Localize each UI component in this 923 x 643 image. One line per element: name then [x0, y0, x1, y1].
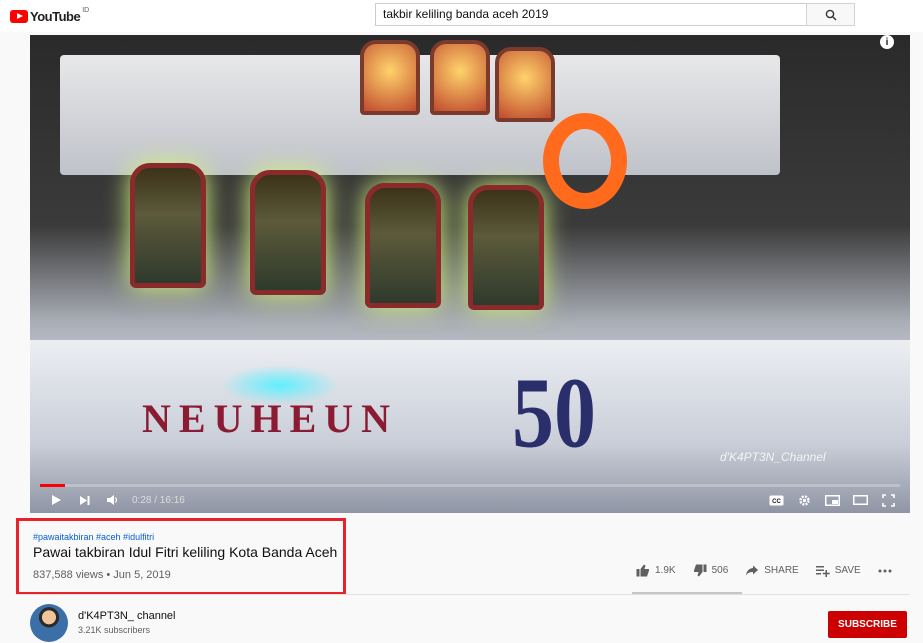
volume-icon: [106, 495, 117, 505]
upper-window: [360, 40, 420, 115]
lower-window: [250, 170, 326, 295]
hull-name-text: NEUHEUN: [142, 396, 399, 441]
miniplayer-button[interactable]: [818, 487, 846, 513]
svg-text:CC: CC: [772, 499, 781, 505]
hull-number-text: 50: [512, 357, 596, 470]
like-count: 1.9K: [655, 565, 676, 576]
logo-text: YouTube: [30, 8, 81, 24]
life-ring: [543, 113, 627, 209]
top-bar: YouTube ID takbir keliling banda aceh 20…: [0, 0, 923, 32]
video-title: Pawai takbiran Idul Fitri keliling Kota …: [33, 544, 338, 560]
volume-button[interactable]: [98, 487, 126, 513]
channel-info: d'K4PT3N_ channel 3.21K subscribers: [30, 604, 176, 642]
theater-icon: [852, 495, 868, 505]
divider: [16, 594, 910, 595]
video-watermark: d'K4PT3N_Channel: [720, 450, 826, 464]
theater-mode-button[interactable]: [846, 487, 874, 513]
video-player[interactable]: NEUHEUN 50 d'K4PT3N_Channel i 0:28 / 16:…: [30, 35, 910, 513]
lower-window: [468, 185, 544, 310]
more-horizontal-icon: [878, 569, 892, 572]
like-button[interactable]: 1.9K: [636, 564, 676, 577]
save-label: SAVE: [834, 565, 861, 576]
player-controls: 0:28 / 16:16 CC: [30, 487, 910, 513]
boat-upper-deck: [60, 55, 780, 175]
dislike-count: 506: [711, 565, 729, 576]
search-input[interactable]: takbir keliling banda aceh 2019: [375, 3, 807, 26]
thumbs-up-icon: [636, 564, 649, 577]
time-display: 0:28 / 16:16: [132, 494, 185, 506]
upper-window: [430, 40, 490, 115]
youtube-play-icon: [10, 9, 28, 23]
channel-name[interactable]: d'K4PT3N_ channel: [78, 610, 176, 622]
channel-avatar[interactable]: [30, 604, 68, 642]
player-right-controls: CC: [762, 487, 902, 513]
view-count-date: 837,588 views • Jun 5, 2019: [33, 569, 171, 581]
subscriber-count: 3.21K subscribers: [78, 625, 151, 635]
info-button[interactable]: i: [880, 35, 894, 49]
next-button[interactable]: [70, 487, 98, 513]
upper-window: [495, 47, 555, 122]
share-button[interactable]: SHARE: [745, 565, 799, 577]
subscribe-button[interactable]: SUBSCRIBE: [828, 611, 907, 638]
hashtags-link[interactable]: #pawaitakbiran #aceh #idulfitri: [33, 532, 154, 542]
dislike-button[interactable]: 506: [693, 564, 729, 577]
youtube-logo[interactable]: YouTube ID: [10, 6, 89, 26]
lower-window: [130, 163, 206, 288]
settings-button[interactable]: [790, 487, 818, 513]
miniplayer-icon: [824, 494, 840, 506]
video-actions: 1.9K 506 SHARE SAVE: [636, 564, 914, 577]
search-icon: [825, 9, 836, 20]
search-button[interactable]: [806, 3, 855, 26]
captions-icon: CC: [769, 495, 783, 505]
next-icon: [79, 495, 89, 505]
lower-window: [365, 183, 441, 308]
fullscreen-icon: [881, 493, 895, 507]
captions-button[interactable]: CC: [762, 487, 790, 513]
thumbs-down-icon: [693, 564, 707, 577]
share-label: SHARE: [764, 565, 799, 576]
play-icon: [52, 495, 61, 505]
fullscreen-button[interactable]: [874, 487, 902, 513]
play-button[interactable]: [42, 487, 70, 513]
video-metadata-highlight: #pawaitakbiran #aceh #idulfitri Pawai ta…: [16, 518, 346, 595]
gear-icon: [798, 494, 810, 506]
share-icon: [746, 565, 759, 575]
playlist-add-icon: [815, 565, 830, 577]
region-code: ID: [82, 6, 90, 14]
save-button[interactable]: SAVE: [815, 565, 861, 577]
more-actions-button[interactable]: [878, 569, 897, 573]
